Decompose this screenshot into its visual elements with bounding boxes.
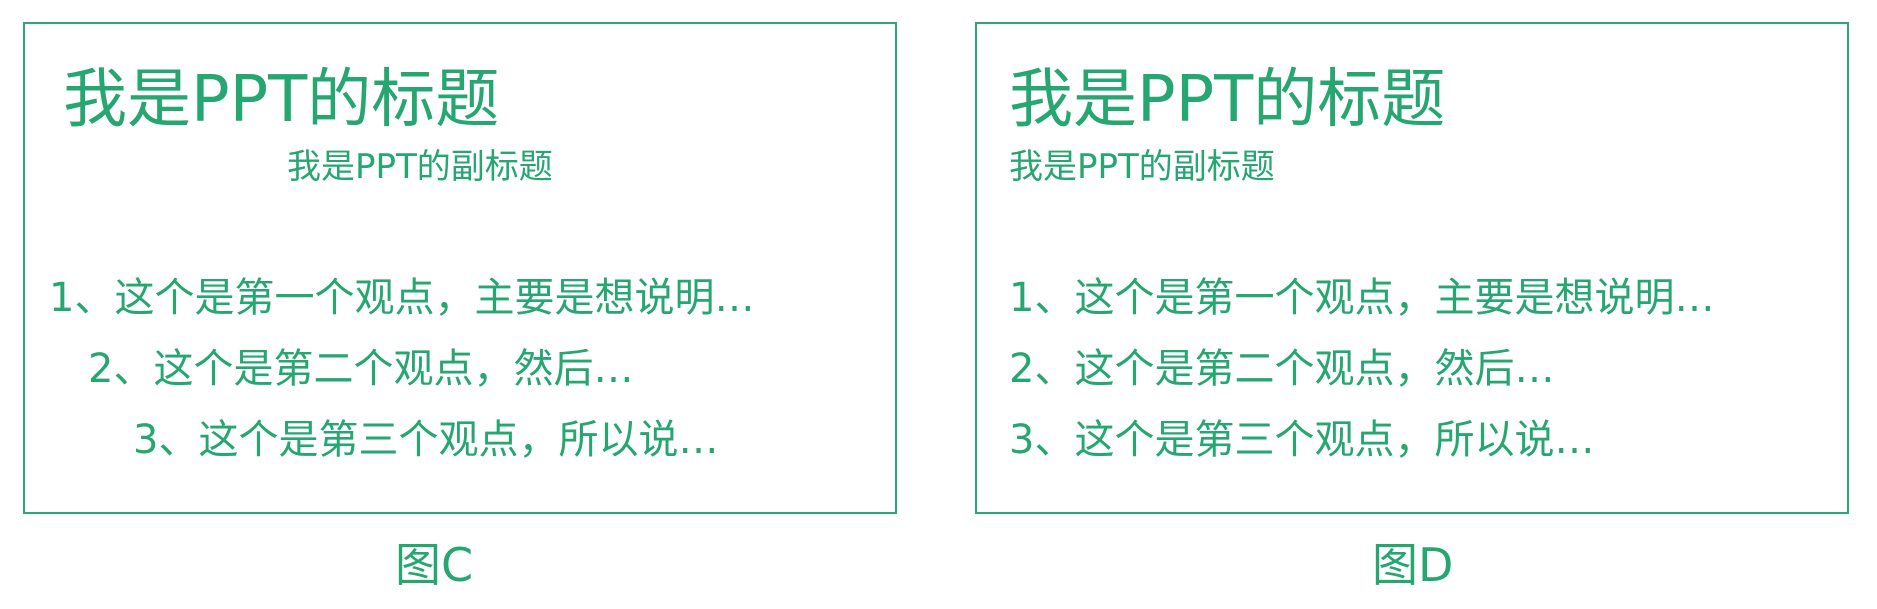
caption-c: 图C — [395, 538, 474, 592]
slide-c-frame: 我是PPT的标题 我是PPT的副标题 1、这个是第一个观点，主要是想说明… 2、… — [23, 22, 897, 514]
slide-c-subtitle: 我是PPT的副标题 — [287, 147, 553, 187]
slide-d-point-1: 1、这个是第一个观点，主要是想说明… — [1009, 275, 1715, 321]
slide-d-title: 我是PPT的标题 — [1009, 63, 1446, 137]
caption-d: 图D — [1372, 538, 1454, 592]
slide-c-point-2: 2、这个是第二个观点，然后… — [88, 346, 634, 392]
slide-d-point-2: 2、这个是第二个观点，然后… — [1009, 346, 1555, 392]
slide-c-title: 我是PPT的标题 — [63, 63, 500, 137]
slide-d-subtitle: 我是PPT的副标题 — [1009, 147, 1275, 187]
slide-c-point-1: 1、这个是第一个观点，主要是想说明… — [49, 275, 755, 321]
slide-d-point-3: 3、这个是第三个观点，所以说… — [1009, 417, 1595, 463]
slide-c-point-3: 3、这个是第三个观点，所以说… — [133, 417, 719, 463]
slide-d-frame: 我是PPT的标题 我是PPT的副标题 1、这个是第一个观点，主要是想说明… 2、… — [975, 22, 1849, 514]
